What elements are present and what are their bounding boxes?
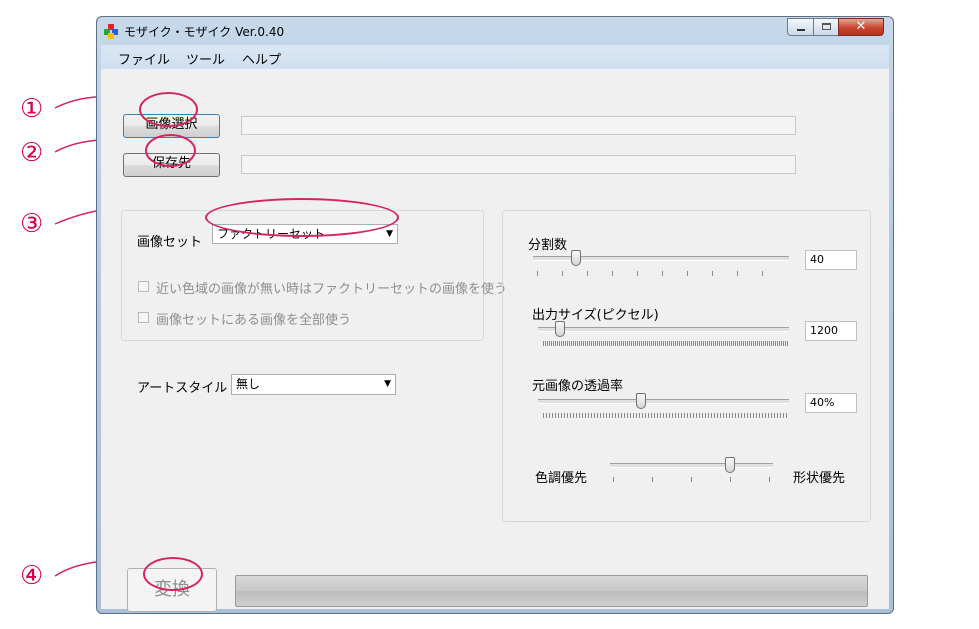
priority-slider-thumb[interactable] — [725, 457, 735, 473]
divisions-value[interactable]: 40 — [805, 250, 857, 270]
output-size-label: 出力サイズ(ピクセル) — [532, 308, 659, 323]
color-priority-label: 色調優先 — [535, 471, 588, 486]
output-size-value[interactable]: 1200 — [805, 321, 857, 341]
output-path-field[interactable] — [241, 155, 796, 174]
close-icon: ✕ — [855, 19, 867, 34]
minimize-icon — [797, 29, 805, 31]
fallback-checkbox-label: 近い色域の画像が無い時はファクトリーセットの画像を使う — [156, 282, 508, 297]
marker-4: ④ — [20, 561, 44, 591]
priority-slider-track[interactable] — [610, 463, 773, 468]
transparency-label: 元画像の透過率 — [532, 379, 624, 394]
transparency-slider-track[interactable] — [538, 399, 789, 404]
marker-2: ② — [20, 138, 44, 168]
art-style-label: アートスタイル — [137, 381, 228, 396]
divisions-slider-ticks — [537, 271, 787, 276]
menu-tools[interactable]: ツール — [186, 49, 225, 68]
app-icon-yellow — [108, 33, 114, 39]
chevron-down-icon: ▼ — [386, 229, 393, 239]
menu-help[interactable]: ヘルプ — [242, 49, 281, 68]
divisions-slider-thumb[interactable] — [571, 250, 581, 266]
chevron-down-icon: ▼ — [384, 379, 391, 389]
output-size-slider-thumb[interactable] — [555, 321, 565, 337]
highlight-oval-1 — [139, 92, 198, 127]
minimize-button[interactable] — [787, 18, 814, 36]
shape-priority-label: 形状優先 — [793, 471, 846, 486]
app-window: モザイク・モザイク Ver.0.40 ✕ ファイル ツール ヘルプ 画像選択 保… — [96, 16, 894, 614]
use-all-checkbox-label: 画像セットにある画像を全部使う — [156, 313, 352, 328]
menu-file[interactable]: ファイル — [118, 49, 170, 68]
art-style-dropdown[interactable]: 無し ▼ — [231, 374, 396, 395]
maximize-icon — [822, 23, 831, 30]
close-button[interactable]: ✕ — [838, 18, 884, 36]
highlight-oval-3 — [205, 198, 399, 237]
conversion-progress-bar — [235, 575, 868, 607]
source-path-field[interactable] — [241, 116, 796, 135]
transparency-slider-thumb[interactable] — [636, 393, 646, 409]
art-style-selected: 無し — [236, 377, 261, 391]
use-all-checkbox[interactable] — [138, 312, 149, 323]
transparency-value[interactable]: 40% — [805, 393, 857, 413]
marker-3: ③ — [20, 209, 44, 239]
maximize-button[interactable] — [813, 18, 839, 36]
client-area: 画像選択 保存先 画像セット ファクトリーセット ▼ 近い色域の画像が無い時はフ… — [101, 69, 889, 612]
marker-1: ① — [20, 94, 44, 124]
image-set-label: 画像セット — [137, 235, 203, 250]
highlight-oval-2 — [145, 134, 196, 167]
app-icon — [104, 24, 118, 39]
output-size-slider-track[interactable] — [538, 327, 789, 332]
divisions-label: 分割数 — [528, 238, 568, 253]
window-title: モザイク・モザイク Ver.0.40 — [124, 25, 285, 39]
transparency-slider-ticks — [543, 413, 789, 418]
fallback-checkbox[interactable] — [138, 281, 149, 292]
priority-slider-ticks — [613, 477, 773, 482]
highlight-oval-4 — [143, 557, 203, 591]
menu-bar: ファイル ツール ヘルプ — [101, 45, 889, 69]
title-bar[interactable]: モザイク・モザイク Ver.0.40 ✕ — [97, 17, 893, 45]
output-size-slider-ticks — [543, 341, 789, 346]
